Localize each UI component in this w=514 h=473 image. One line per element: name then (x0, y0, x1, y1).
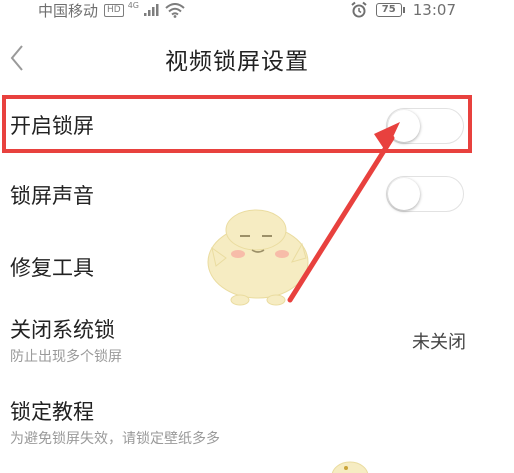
clock-time: 13:07 (412, 1, 456, 19)
setting-row-lock-tutorial[interactable]: 锁定教程 为避免锁屏失效，请锁定壁纸多多 (0, 390, 514, 454)
battery-level: 75 (375, 3, 402, 17)
lock-tutorial-label: 锁定教程 (10, 400, 94, 424)
close-system-lock-label: 关闭系统锁 (10, 318, 115, 342)
network-type: 4G (127, 0, 140, 10)
screen: 中国移动 HD 4G 75 13:07 视频锁屏设置 开启锁屏 锁屏声音 修复工… (0, 0, 514, 473)
close-system-lock-status: 未关闭 (412, 332, 466, 353)
setting-row-close-system-lock[interactable]: 关闭系统锁 防止出现多个锁屏 未关闭 (0, 306, 514, 370)
setting-row-lock-sound: 锁屏声音 (0, 168, 514, 220)
wifi-icon (165, 2, 185, 18)
setting-row-repair-tools[interactable]: 修复工具 (0, 240, 514, 292)
nav-bar: 视频锁屏设置 (0, 36, 514, 80)
status-right: 75 13:07 (350, 0, 456, 20)
toggle-knob (388, 178, 420, 210)
signal-icon (144, 4, 159, 16)
lock-sound-toggle[interactable] (386, 176, 464, 212)
close-system-lock-subtitle: 防止出现多个锁屏 (10, 349, 122, 365)
alarm-icon (351, 1, 367, 18)
battery-tip (402, 7, 405, 13)
lock-sound-label: 锁屏声音 (10, 184, 94, 208)
mascot-peek-image (331, 461, 369, 473)
status-left: 中国移动 HD 4G (38, 0, 185, 20)
page-title: 视频锁屏设置 (165, 49, 309, 75)
carrier-name: 中国移动 (38, 1, 99, 20)
lock-tutorial-subtitle: 为避免锁屏失效，请锁定壁纸多多 (10, 431, 220, 447)
status-bar: 中国移动 HD 4G 75 13:07 (0, 0, 514, 22)
battery-icon: 75 (375, 3, 405, 17)
repair-tools-label: 修复工具 (10, 256, 94, 280)
highlight-box (2, 95, 472, 153)
hd-badge: HD (104, 3, 124, 17)
